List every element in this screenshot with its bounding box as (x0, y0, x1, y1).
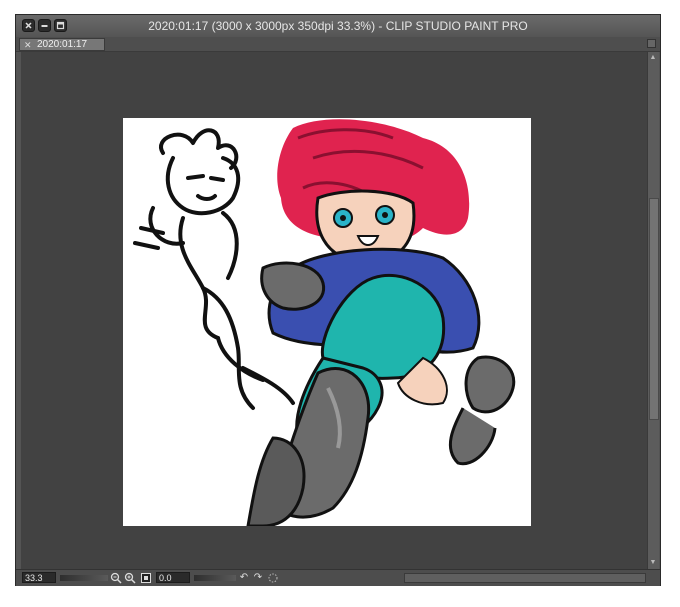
window-title: 2020:01:17 (3000 x 3000px 350dpi 33.3%) … (148, 19, 528, 33)
zoom-out-icon[interactable] (110, 572, 122, 584)
canvas-viewport[interactable] (21, 52, 647, 569)
zoom-slider[interactable] (60, 575, 108, 581)
fit-to-window-icon[interactable] (140, 572, 152, 584)
rotation-slider[interactable] (194, 575, 236, 581)
tab-menu-button[interactable] (647, 39, 656, 48)
app-window: 2020:01:17 (3000 x 3000px 350dpi 33.3%) … (15, 14, 661, 586)
scroll-down-arrow-icon[interactable]: ▼ (648, 558, 658, 568)
drawing-canvas[interactable] (123, 118, 531, 526)
rotate-left-icon[interactable]: ↶ (238, 572, 250, 584)
vertical-scroll-thumb[interactable] (649, 198, 659, 420)
zoom-in-icon[interactable] (124, 572, 136, 584)
artwork-illustration (133, 119, 516, 526)
tab-label: 2020:01:17 (37, 39, 88, 50)
scroll-up-arrow-icon[interactable]: ▲ (648, 53, 658, 63)
document-tab[interactable]: ✕ 2020:01:17 (19, 38, 105, 51)
rotation-angle-field[interactable]: 0.0 (156, 572, 190, 583)
tab-close-icon[interactable]: ✕ (24, 39, 32, 51)
vertical-scrollbar[interactable]: ▲ ▼ (647, 52, 659, 569)
title-bar[interactable]: 2020:01:17 (3000 x 3000px 350dpi 33.3%) … (16, 15, 660, 38)
boot-shapes (246, 367, 371, 526)
horizontal-scrollbar[interactable] (404, 573, 646, 583)
zoom-field[interactable]: 33.3 (22, 572, 56, 583)
document-tab-bar: ✕ 2020:01:17 (16, 37, 660, 52)
status-bar: 33.3 0.0 ↶ ↷ (16, 569, 660, 586)
reset-rotation-icon[interactable] (267, 572, 279, 584)
rotate-right-icon[interactable]: ↷ (252, 572, 264, 584)
